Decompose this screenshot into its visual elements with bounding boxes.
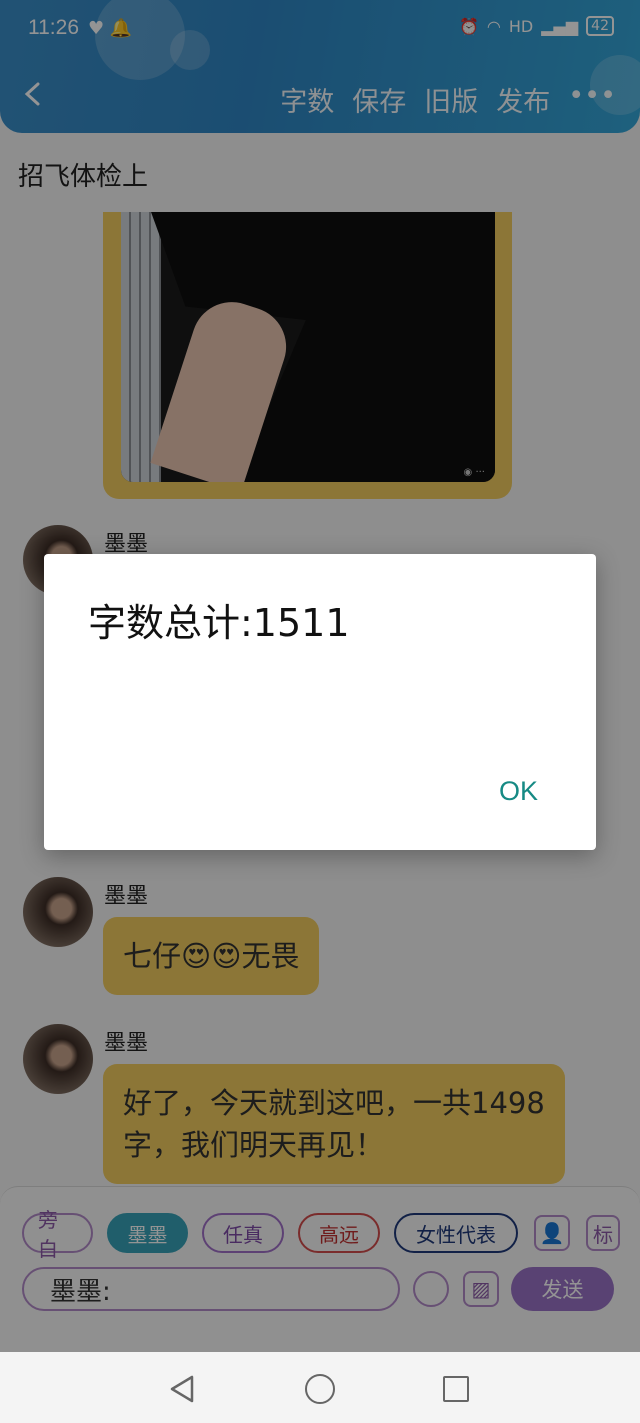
nav-home-icon[interactable] [305, 1374, 335, 1404]
system-nav-bar [0, 1352, 640, 1423]
dialog-message: 字数总计:1511 [88, 601, 350, 645]
nav-back-icon[interactable] [168, 1374, 198, 1404]
ok-button[interactable]: OK [499, 776, 538, 807]
word-count-dialog: 字数总计:1511 OK [44, 554, 596, 850]
nav-recents-icon[interactable] [443, 1376, 469, 1402]
